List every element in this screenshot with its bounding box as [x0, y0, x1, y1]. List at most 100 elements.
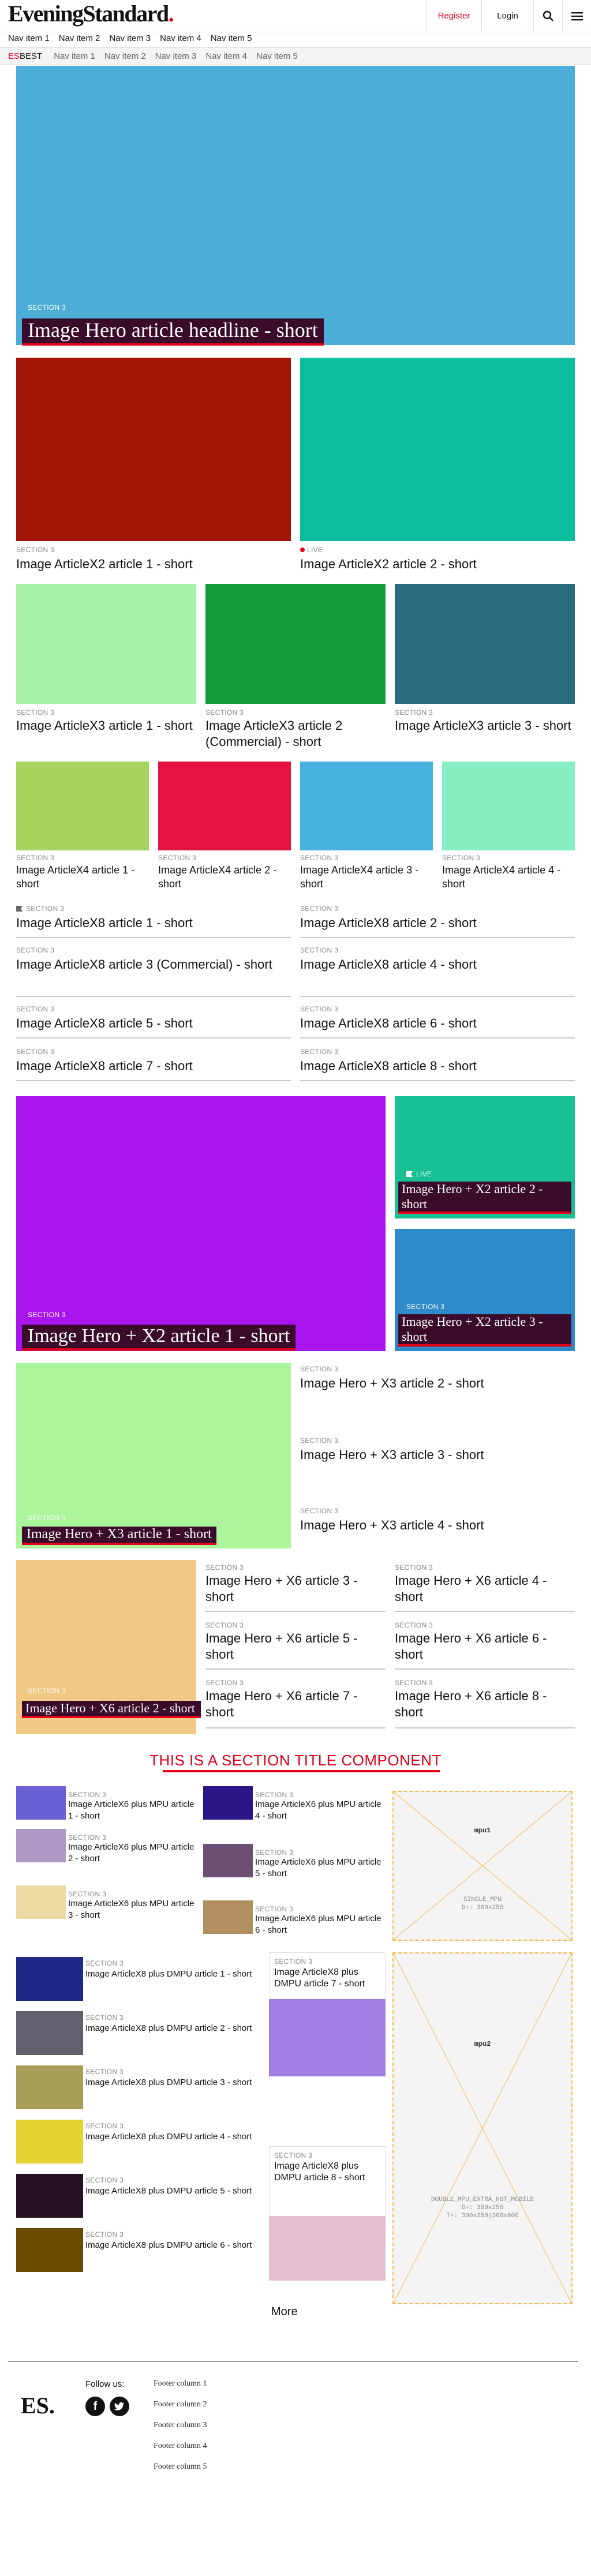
article-title[interactable]: Image Hero + X6 article 6 - short — [395, 1630, 575, 1663]
article-title[interactable]: Image ArticleX8 plus DMPU article 3 - sh… — [85, 2077, 253, 2088]
secondary-nav-item[interactable]: Nav item 1 — [54, 51, 95, 61]
nav-item[interactable]: Nav item 4 — [160, 33, 201, 43]
article-thumb[interactable] — [16, 2120, 83, 2163]
article-title[interactable]: Image Hero + X3 article 3 - short — [300, 1447, 575, 1463]
article-thumb[interactable] — [16, 1957, 83, 2001]
hero-headline[interactable]: Image Hero + X3 article 1 - short — [22, 1527, 216, 1545]
article-image[interactable] — [16, 358, 291, 541]
site-logo[interactable]: EveningStandard. — [8, 1, 174, 27]
mpu-ad-slot[interactable]: mpu1 SINGLE_MPU D+: 300x250 — [392, 1791, 573, 1941]
article-title[interactable]: Image ArticleX4 article 2 - short — [158, 863, 291, 891]
article-image[interactable] — [300, 762, 433, 850]
article-title[interactable]: Image ArticleX8 article 3 (Commercial) -… — [16, 957, 291, 973]
article-title[interactable]: Image Hero + X3 article 4 - short — [300, 1517, 575, 1533]
register-link[interactable]: Register — [426, 0, 481, 32]
article-title[interactable]: Image ArticleX8 article 6 - short — [300, 1015, 575, 1032]
footer-column-link[interactable]: Footer column 2 — [154, 2400, 207, 2409]
nav-item[interactable]: Nav item 1 — [8, 33, 50, 43]
nav-item[interactable]: Nav item 5 — [211, 33, 252, 43]
article-title[interactable]: Image ArticleX4 article 1 - short — [16, 863, 149, 891]
article-image[interactable] — [205, 584, 386, 704]
article-title[interactable]: Image ArticleX4 article 3 - short — [300, 863, 433, 891]
article-image[interactable] — [442, 762, 575, 850]
article-title[interactable]: Image Hero + X6 article 3 - short — [205, 1573, 386, 1605]
article-thumb[interactable] — [16, 2011, 83, 2055]
article-thumb[interactable] — [203, 1786, 253, 1820]
article-image[interactable] — [16, 584, 196, 704]
article-image[interactable] — [16, 762, 149, 850]
article-title[interactable]: Image ArticleX8 plus DMPU article 4 - sh… — [85, 2131, 253, 2143]
article-thumb[interactable] — [16, 1786, 66, 1820]
article-title[interactable]: Image ArticleX4 article 4 - short — [442, 863, 575, 891]
article-title[interactable]: Image ArticleX2 article 2 - short — [300, 556, 575, 572]
article-title[interactable]: Image ArticleX8 plus DMPU article 2 - sh… — [85, 2023, 253, 2034]
article-image[interactable] — [395, 584, 575, 704]
article-title[interactable]: Image Hero + X3 article 2 - short — [300, 1375, 575, 1392]
article-title[interactable]: Image ArticleX8 plus DMPU article 8 - sh… — [274, 2161, 381, 2184]
article-card[interactable]: SECTION 3 Image ArticleX8 plus DMPU arti… — [269, 1952, 386, 2076]
nav-item[interactable]: Nav item 2 — [59, 33, 100, 43]
article-title[interactable]: Image ArticleX8 article 4 - short — [300, 957, 575, 973]
footer-column-link[interactable]: Footer column 1 — [154, 2379, 207, 2388]
article-title[interactable]: Image ArticleX6 plus MPU article 2 - sho… — [68, 1842, 195, 1865]
article-thumb[interactable] — [16, 2228, 83, 2272]
article-title[interactable]: Image ArticleX2 article 1 - short — [16, 556, 291, 572]
article-thumb[interactable] — [16, 1829, 66, 1862]
article-title[interactable]: Image ArticleX3 article 3 - short — [395, 718, 575, 734]
secondary-nav-item[interactable]: Nav item 3 — [155, 51, 197, 61]
es-best-logo-best[interactable]: BEST — [20, 51, 42, 61]
article-title[interactable]: Image ArticleX6 plus MPU article 4 - sho… — [255, 1799, 383, 1822]
article-thumb[interactable] — [16, 2065, 83, 2109]
article-title[interactable]: Image ArticleX8 plus DMPU article 1 - sh… — [85, 1968, 253, 1980]
hero-image[interactable] — [16, 1096, 386, 1351]
twitter-icon[interactable] — [110, 2397, 129, 2416]
article-title[interactable]: Image ArticleX8 plus DMPU article 5 - sh… — [85, 2185, 253, 2197]
article-title[interactable]: Image Hero + X6 article 8 - short — [395, 1688, 575, 1720]
dmpu-ad-slot[interactable]: mpu2 DOUBLE_MPU_EXTRA_HOT_MOBILE D+: 300… — [392, 1952, 573, 2304]
article-image[interactable] — [300, 358, 575, 541]
footer-column-link[interactable]: Footer column 4 — [154, 2442, 207, 2451]
article-title[interactable]: Image ArticleX3 article 1 - short — [16, 718, 196, 734]
hero-image[interactable] — [16, 66, 575, 345]
article-image[interactable] — [158, 762, 291, 850]
article-title[interactable]: Image Hero + X6 article 5 - short — [205, 1630, 386, 1663]
article-title[interactable]: Image ArticleX6 plus MPU article 3 - sho… — [68, 1898, 195, 1921]
article-headline[interactable]: Image Hero + X2 article 3 - short — [398, 1314, 571, 1347]
article-title[interactable]: Image ArticleX8 article 2 - short — [300, 915, 575, 931]
hero-headline[interactable]: Image Hero article headline - short — [22, 318, 324, 346]
article-image[interactable] — [269, 1999, 386, 2076]
hero-headline[interactable]: Image Hero + X6 article 2 - short — [22, 1701, 201, 1718]
secondary-nav-item[interactable]: Nav item 2 — [104, 51, 146, 61]
article-title[interactable]: Image ArticleX8 plus DMPU article 6 - sh… — [85, 2240, 253, 2251]
article-title[interactable]: Image ArticleX6 plus MPU article 6 - sho… — [255, 1913, 383, 1936]
article-title[interactable]: Image Hero + X6 article 7 - short — [205, 1688, 386, 1720]
footer-column-link[interactable]: Footer column 5 — [154, 2462, 207, 2472]
es-best-logo-es[interactable]: ES — [8, 51, 20, 61]
article-thumb[interactable] — [16, 2174, 83, 2218]
secondary-nav-item[interactable]: Nav item 5 — [256, 51, 298, 61]
article-title[interactable]: Image Hero + X6 article 4 - short — [395, 1573, 575, 1605]
article-card[interactable]: SECTION 3 Image ArticleX8 plus DMPU arti… — [269, 2146, 386, 2281]
menu-icon[interactable] — [562, 0, 591, 32]
article-title[interactable]: Image ArticleX3 article 2 (Commercial) -… — [205, 718, 386, 750]
hero-headline[interactable]: Image Hero + X2 article 1 - short — [22, 1325, 296, 1351]
article-title[interactable]: Image ArticleX8 article 8 - short — [300, 1058, 575, 1074]
more-link[interactable]: More — [271, 2305, 298, 2319]
search-icon[interactable] — [533, 0, 562, 32]
article-title[interactable]: Image ArticleX8 article 1 - short — [16, 915, 291, 931]
article-title[interactable]: Image ArticleX8 plus DMPU article 7 - sh… — [274, 1967, 381, 1990]
facebook-icon[interactable]: f — [85, 2397, 105, 2416]
article-title[interactable]: Image ArticleX8 article 5 - short — [16, 1015, 291, 1032]
nav-item[interactable]: Nav item 3 — [109, 33, 151, 43]
article-title[interactable]: Image ArticleX6 plus MPU article 5 - sho… — [255, 1857, 383, 1880]
secondary-nav-item[interactable]: Nav item 4 — [205, 51, 247, 61]
article-title[interactable]: Image ArticleX6 plus MPU article 1 - sho… — [68, 1799, 195, 1822]
login-link[interactable]: Login — [481, 0, 533, 32]
article-thumb[interactable] — [16, 1885, 66, 1919]
article-headline[interactable]: Image Hero + X2 article 2 - short — [398, 1182, 571, 1214]
article-title[interactable]: Image ArticleX8 article 7 - short — [16, 1058, 291, 1074]
footer-column-link[interactable]: Footer column 3 — [154, 2421, 207, 2430]
article-thumb[interactable] — [203, 1900, 253, 1934]
article-image[interactable] — [269, 2216, 386, 2281]
article-thumb[interactable] — [203, 1844, 253, 1877]
